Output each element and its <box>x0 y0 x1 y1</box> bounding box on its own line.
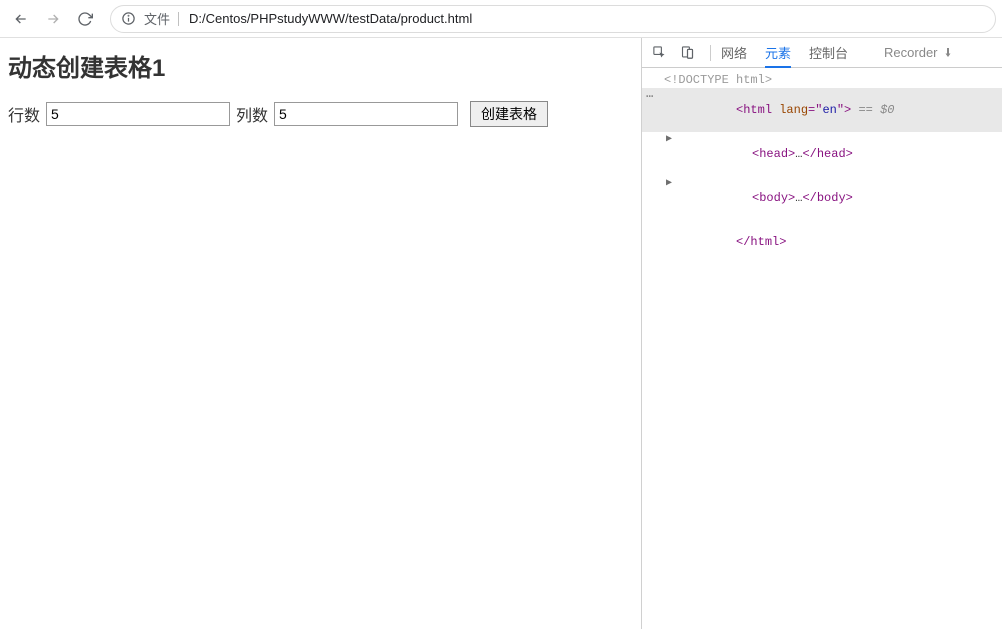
table-form: 行数 列数 创建表格 <box>8 101 633 127</box>
dom-body[interactable]: ▶<body>…</body> <box>642 176 1002 220</box>
browser-window: 文件 D:/Centos/PHPstudyWWW/testData/produc… <box>0 0 1002 629</box>
dom-html-open[interactable]: ⋯<html lang="en"> == $0 <box>642 88 1002 132</box>
url-text: D:/Centos/PHPstudyWWW/testData/product.h… <box>187 11 985 26</box>
chevron-right-icon[interactable]: ▶ <box>666 133 672 145</box>
create-table-button[interactable]: 创建表格 <box>470 101 548 127</box>
content-area: 动态创建表格1 行数 列数 创建表格 网络 元素 <box>0 38 1002 629</box>
devtools-panel: 网络 元素 控制台 Recorder <!DOCTYPE html> ⋯<htm… <box>642 38 1002 629</box>
browser-toolbar: 文件 D:/Centos/PHPstudyWWW/testData/produc… <box>0 0 1002 38</box>
inspect-icon[interactable] <box>646 40 672 66</box>
tab-console[interactable]: 控制台 <box>809 38 848 67</box>
dom-doctype[interactable]: <!DOCTYPE html> <box>642 72 1002 88</box>
cols-label: 列数 <box>236 102 268 126</box>
tab-network[interactable]: 网络 <box>721 38 747 67</box>
dom-head[interactable]: ▶<head>…</head> <box>642 132 1002 176</box>
devtools-tabs: 网络 元素 控制台 Recorder <box>721 38 954 67</box>
devtools-header: 网络 元素 控制台 Recorder <box>642 38 1002 68</box>
devtools-separator <box>710 45 711 61</box>
pin-icon <box>942 47 954 59</box>
file-scheme-label: 文件 <box>144 9 170 28</box>
dom-html-close[interactable]: </html> <box>642 220 1002 264</box>
page-title: 动态创建表格1 <box>8 48 633 83</box>
rows-input[interactable] <box>46 102 230 126</box>
info-icon[interactable] <box>121 11 136 26</box>
devtools-elements-tree[interactable]: <!DOCTYPE html> ⋯<html lang="en"> == $0 … <box>642 68 1002 629</box>
page-viewport: 动态创建表格1 行数 列数 创建表格 <box>0 38 642 629</box>
rows-label: 行数 <box>8 102 40 126</box>
address-bar[interactable]: 文件 D:/Centos/PHPstudyWWW/testData/produc… <box>110 5 996 33</box>
device-toggle-icon[interactable] <box>674 40 700 66</box>
tab-recorder[interactable]: Recorder <box>884 45 953 60</box>
tab-elements[interactable]: 元素 <box>765 39 791 68</box>
address-separator <box>178 12 179 26</box>
recorder-label: Recorder <box>884 45 937 60</box>
dots-icon: ⋯ <box>642 89 664 104</box>
reload-button[interactable] <box>70 4 100 34</box>
chevron-right-icon[interactable]: ▶ <box>666 177 672 189</box>
back-button[interactable] <box>6 4 36 34</box>
cols-input[interactable] <box>274 102 458 126</box>
forward-button[interactable] <box>38 4 68 34</box>
